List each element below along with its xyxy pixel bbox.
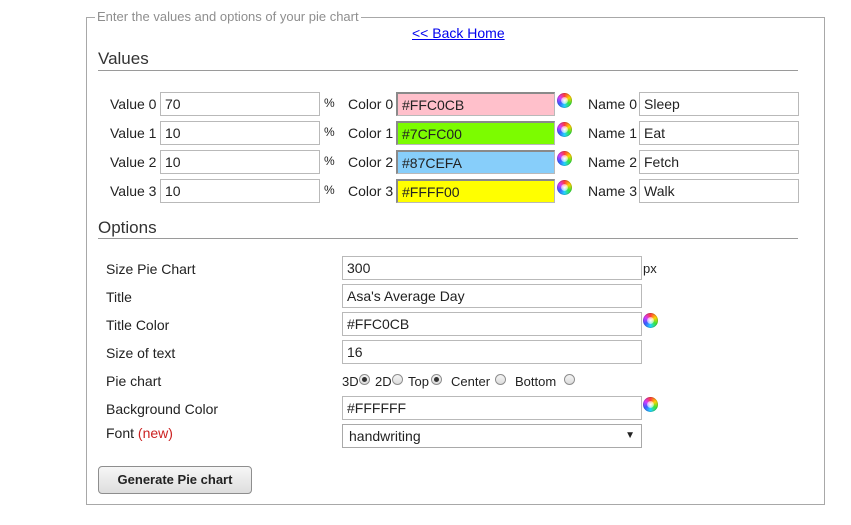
font-select[interactable]: handwriting ▼: [342, 424, 642, 448]
color-0-label: Color 0: [348, 96, 394, 112]
generate-pie-chart-button[interactable]: Generate Pie chart: [98, 466, 252, 494]
title-input[interactable]: [342, 284, 642, 308]
size-pie-chart-input[interactable]: [342, 256, 642, 280]
size-of-text-input[interactable]: [342, 340, 642, 364]
value-1-input[interactable]: [160, 121, 320, 145]
value-0-input[interactable]: [160, 92, 320, 116]
fieldset-legend: Enter the values and options of your pie…: [95, 9, 361, 24]
radio-top[interactable]: [431, 374, 442, 385]
radio-3d-label: 3D: [342, 374, 359, 389]
size-unit-label: px: [643, 261, 657, 276]
color-3-input[interactable]: [396, 179, 555, 203]
font-label: Font (new): [106, 425, 173, 441]
radio-center-label: Center: [451, 374, 491, 389]
value-1-label: Value 1: [110, 125, 157, 141]
color-3-label: Color 3: [348, 183, 394, 199]
value-2-label: Value 2: [110, 154, 157, 170]
color-2-input[interactable]: [396, 150, 555, 174]
title-color-label: Title Color: [106, 317, 170, 333]
color-1-input[interactable]: [396, 121, 555, 145]
radio-center[interactable]: [495, 374, 506, 385]
name-3-input[interactable]: [639, 179, 799, 203]
color-1-label: Color 1: [348, 125, 394, 141]
title-color-input[interactable]: [342, 312, 642, 336]
value-0-percent: %: [324, 96, 335, 110]
value-3-percent: %: [324, 183, 335, 197]
name-2-input[interactable]: [639, 150, 799, 174]
name-2-label: Name 2: [588, 154, 638, 170]
size-of-text-label: Size of text: [106, 345, 176, 361]
value-3-label: Value 3: [110, 183, 157, 199]
name-0-input[interactable]: [639, 92, 799, 116]
options-divider: [98, 238, 798, 239]
value-3-input[interactable]: [160, 179, 320, 203]
background-color-label: Background Color: [106, 401, 219, 417]
radio-2d-label: 2D: [375, 374, 392, 389]
values-divider: [98, 70, 798, 71]
background-color-input[interactable]: [342, 396, 642, 420]
size-pie-chart-label: Size Pie Chart: [106, 261, 196, 277]
color-picker-icon[interactable]: [557, 151, 572, 166]
value-2-percent: %: [324, 154, 335, 168]
font-new-badge: (new): [137, 425, 173, 441]
radio-bottom[interactable]: [564, 374, 575, 385]
back-home-link[interactable]: << Back Home: [412, 25, 505, 41]
name-1-label: Name 1: [588, 125, 638, 141]
values-section-title: Values: [98, 49, 149, 68]
font-label-text: Font: [106, 425, 135, 441]
dropdown-arrow-icon: ▼: [625, 430, 635, 441]
options-section-title: Options: [98, 218, 157, 237]
color-picker-icon[interactable]: [557, 93, 572, 108]
color-picker-icon[interactable]: [557, 180, 572, 195]
color-picker-icon[interactable]: [557, 122, 572, 137]
radio-2d[interactable]: [392, 374, 403, 385]
name-0-label: Name 0: [588, 96, 638, 112]
name-1-input[interactable]: [639, 121, 799, 145]
color-2-label: Color 2: [348, 154, 394, 170]
radio-3d[interactable]: [359, 374, 370, 385]
color-picker-icon[interactable]: [643, 313, 658, 328]
value-0-label: Value 0: [110, 96, 157, 112]
color-0-input[interactable]: [396, 92, 555, 116]
radio-top-label: Top: [408, 374, 429, 389]
value-1-percent: %: [324, 125, 335, 139]
value-2-input[interactable]: [160, 150, 320, 174]
name-3-label: Name 3: [588, 183, 638, 199]
color-picker-icon[interactable]: [643, 397, 658, 412]
title-label: Title: [106, 289, 132, 305]
font-select-value: handwriting: [349, 428, 421, 444]
pie-chart-label: Pie chart: [106, 373, 162, 389]
radio-bottom-label: Bottom: [515, 374, 557, 389]
